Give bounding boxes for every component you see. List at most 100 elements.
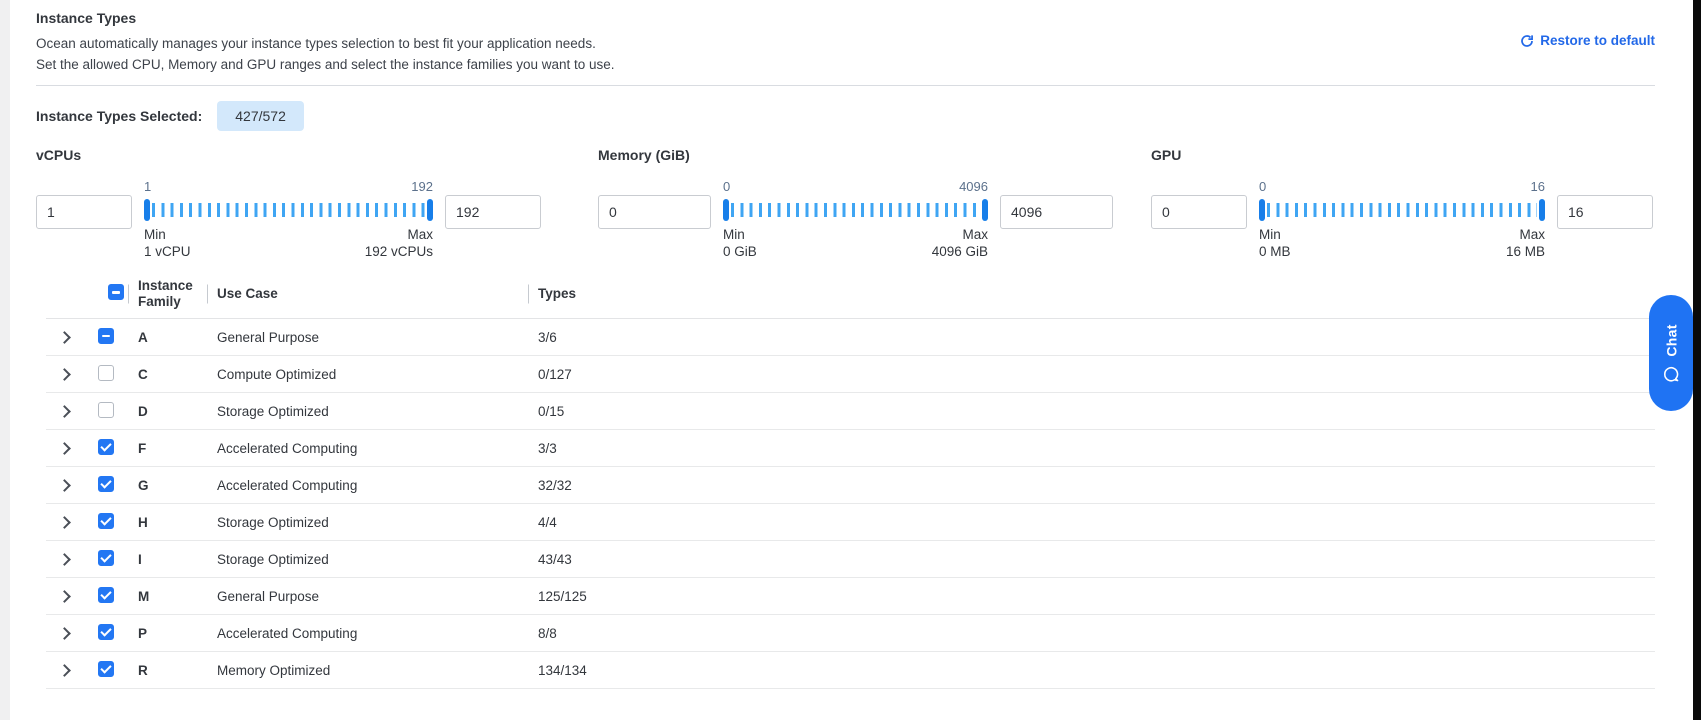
vcpus-max-caption: Max 192 vCPUs — [365, 226, 433, 260]
header-text-block: Instance Types Ocean automatically manag… — [36, 10, 615, 75]
selected-count-badge: 427/572 — [217, 101, 304, 131]
gpu-min-input[interactable] — [1151, 195, 1247, 229]
row-checkbox-cell — [98, 624, 128, 643]
gpu-max-input[interactable] — [1557, 195, 1653, 229]
memory-scale: 0 4096 — [723, 179, 988, 195]
chevron-right-icon[interactable] — [58, 331, 71, 344]
vcpus-min-caption: Min 1 vCPU — [144, 226, 191, 260]
table-row[interactable]: H Storage Optimized 4/4 — [46, 504, 1655, 541]
row-checkbox[interactable] — [98, 587, 114, 603]
vcpus-label: vCPUs — [36, 147, 541, 162]
row-checkbox[interactable] — [98, 661, 114, 677]
memory-min-input[interactable] — [598, 195, 711, 229]
left-gutter — [0, 0, 10, 720]
chevron-right-icon[interactable] — [58, 479, 71, 492]
use-case-cell: Storage Optimized — [207, 404, 528, 419]
row-checkbox-cell — [98, 328, 128, 347]
chevron-right-icon[interactable] — [58, 516, 71, 529]
gpu-min-handle[interactable] — [1259, 199, 1265, 221]
table-row[interactable]: G Accelerated Computing 32/32 — [46, 467, 1655, 504]
range-sliders-section: vCPUs 1 192 Min 1 vCPU — [36, 147, 1655, 260]
column-header-instance-family: Instance Family — [128, 278, 207, 310]
row-checkbox[interactable] — [98, 402, 114, 418]
row-checkbox[interactable] — [98, 550, 114, 566]
row-checkbox-cell — [98, 402, 128, 421]
row-checkbox[interactable] — [98, 439, 114, 455]
chevron-right-icon[interactable] — [58, 368, 71, 381]
chevron-right-icon[interactable] — [58, 405, 71, 418]
vcpus-range-slider[interactable] — [144, 198, 433, 222]
selected-summary-label: Instance Types Selected: — [36, 108, 202, 124]
vcpus-max-handle[interactable] — [427, 199, 433, 221]
memory-range-slider[interactable] — [723, 198, 988, 222]
chat-button[interactable]: Chat — [1649, 295, 1693, 411]
gpu-scale-max: 16 — [1531, 179, 1545, 195]
memory-label: Memory (GiB) — [598, 147, 1113, 162]
row-checkbox[interactable] — [98, 624, 114, 640]
instance-types-panel: Instance Types Ocean automatically manag… — [36, 10, 1655, 689]
description-line-1: Ocean automatically manages your instanc… — [36, 33, 615, 54]
gpu-scale: 0 16 — [1259, 179, 1545, 195]
gpu-slider-group: GPU 0 16 Min 0 MB — [1151, 147, 1653, 260]
table-header-row: Instance Family Use Case Types — [46, 270, 1655, 319]
gpu-min-caption: Min 0 MB — [1259, 226, 1291, 260]
table-row[interactable]: R Memory Optimized 134/134 — [46, 652, 1655, 689]
row-checkbox[interactable] — [98, 328, 114, 344]
use-case-cell: General Purpose — [207, 330, 528, 345]
vcpus-slider-group: vCPUs 1 192 Min 1 vCPU — [36, 147, 541, 260]
expander-cell — [46, 626, 98, 641]
instance-family-cell: F — [128, 441, 207, 456]
memory-min-handle[interactable] — [723, 199, 729, 221]
panel-description: Ocean automatically manages your instanc… — [36, 33, 615, 75]
gpu-range-slider[interactable] — [1259, 198, 1545, 222]
types-cell: 8/8 — [528, 626, 1655, 641]
instance-family-cell: D — [128, 404, 207, 419]
types-cell: 125/125 — [528, 589, 1655, 604]
row-checkbox[interactable] — [98, 365, 114, 381]
memory-scale-max: 4096 — [959, 179, 988, 195]
select-all-checkbox[interactable] — [108, 284, 124, 300]
row-checkbox[interactable] — [98, 513, 114, 529]
memory-max-handle[interactable] — [982, 199, 988, 221]
use-case-cell: Storage Optimized — [207, 552, 528, 567]
instance-family-table: Instance Family Use Case Types A General… — [46, 270, 1655, 689]
memory-max-input[interactable] — [1000, 195, 1113, 229]
types-cell: 32/32 — [528, 478, 1655, 493]
vcpus-max-input[interactable] — [445, 195, 541, 229]
vcpus-min-handle[interactable] — [144, 199, 150, 221]
table-row[interactable]: D Storage Optimized 0/15 — [46, 393, 1655, 430]
table-row[interactable]: C Compute Optimized 0/127 — [46, 356, 1655, 393]
table-row[interactable]: F Accelerated Computing 3/3 — [46, 430, 1655, 467]
gpu-max-caption: Max 16 MB — [1506, 226, 1545, 260]
expander-cell — [46, 663, 98, 678]
chevron-right-icon[interactable] — [58, 553, 71, 566]
column-header-types: Types — [528, 286, 1655, 302]
chevron-right-icon[interactable] — [58, 664, 71, 677]
chevron-right-icon[interactable] — [58, 627, 71, 640]
vcpus-min-input[interactable] — [36, 195, 132, 229]
table-row[interactable]: M General Purpose 125/125 — [46, 578, 1655, 615]
use-case-cell: General Purpose — [207, 589, 528, 604]
row-checkbox[interactable] — [98, 476, 114, 492]
row-checkbox-cell — [98, 513, 128, 532]
table-row[interactable]: I Storage Optimized 43/43 — [46, 541, 1655, 578]
chevron-right-icon[interactable] — [58, 590, 71, 603]
vcpus-scale-min: 1 — [144, 179, 151, 195]
row-checkbox-cell — [98, 476, 128, 495]
instance-family-cell: P — [128, 626, 207, 641]
expander-cell — [46, 478, 98, 493]
types-cell: 0/15 — [528, 404, 1655, 419]
right-edge — [1693, 0, 1701, 720]
column-header-use-case: Use Case — [207, 286, 528, 302]
gpu-scale-min: 0 — [1259, 179, 1266, 195]
vcpus-scale-max: 192 — [411, 179, 433, 195]
gpu-max-handle[interactable] — [1539, 199, 1545, 221]
chevron-right-icon[interactable] — [58, 442, 71, 455]
restore-to-default-button[interactable]: Restore to default — [1520, 33, 1655, 48]
table-row[interactable]: A General Purpose 3/6 — [46, 319, 1655, 356]
table-row[interactable]: P Accelerated Computing 8/8 — [46, 615, 1655, 652]
vcpus-scale: 1 192 — [144, 179, 433, 195]
memory-slider-group: Memory (GiB) 0 4096 Min 0 GiB — [598, 147, 1113, 260]
memory-max-caption: Max 4096 GiB — [932, 226, 988, 260]
instance-family-cell: G — [128, 478, 207, 493]
